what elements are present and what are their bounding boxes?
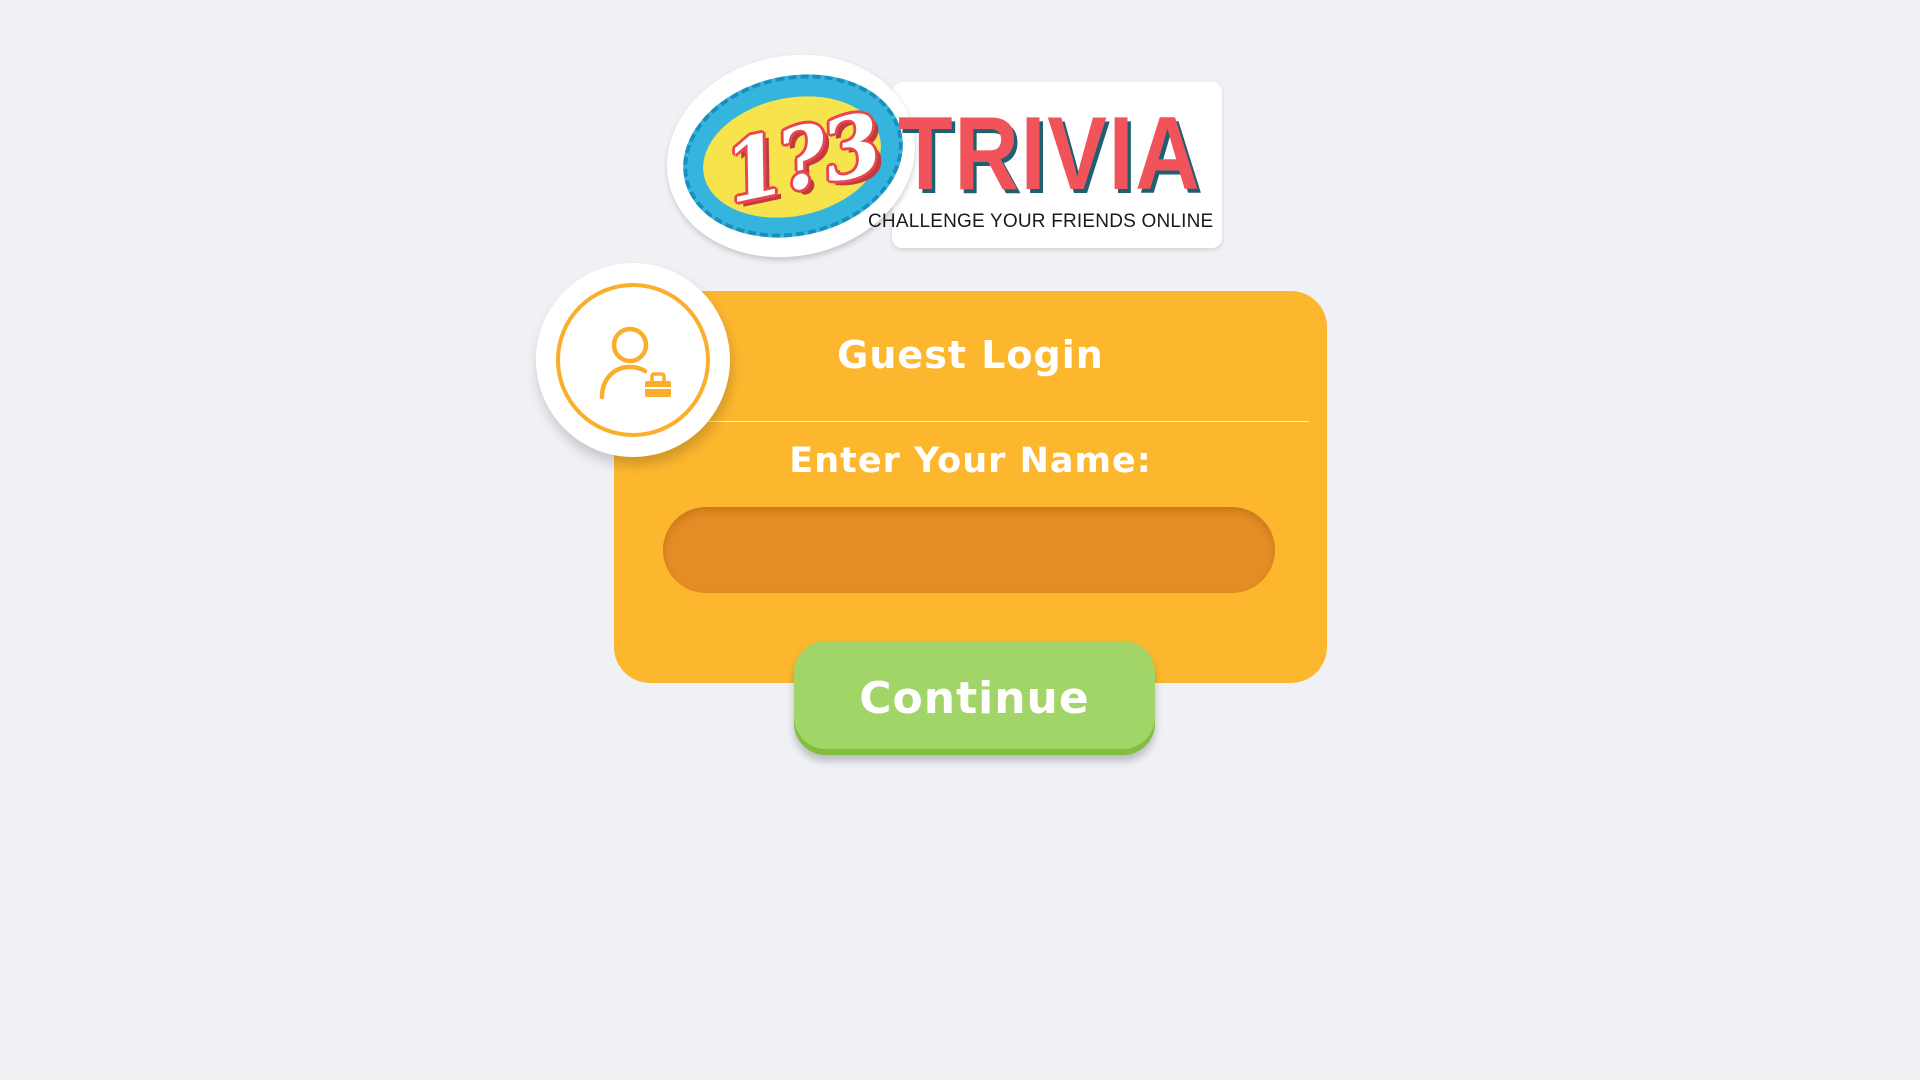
logo-wordmark: TRIVIA bbox=[898, 96, 1202, 212]
guest-user-icon bbox=[599, 326, 671, 400]
name-input[interactable] bbox=[663, 507, 1275, 593]
card-divider bbox=[700, 421, 1309, 422]
logo-tagline: CHALLENGE YOUR FRIENDS ONLINE bbox=[868, 211, 1214, 232]
app-logo: 1?3 TRIVIA CHALLENGE YOUR FRIENDS ONLINE bbox=[647, 32, 1230, 280]
avatar-badge bbox=[536, 263, 730, 457]
name-label: Enter Your Name: bbox=[789, 441, 1152, 481]
continue-button[interactable]: Continue bbox=[794, 641, 1155, 755]
